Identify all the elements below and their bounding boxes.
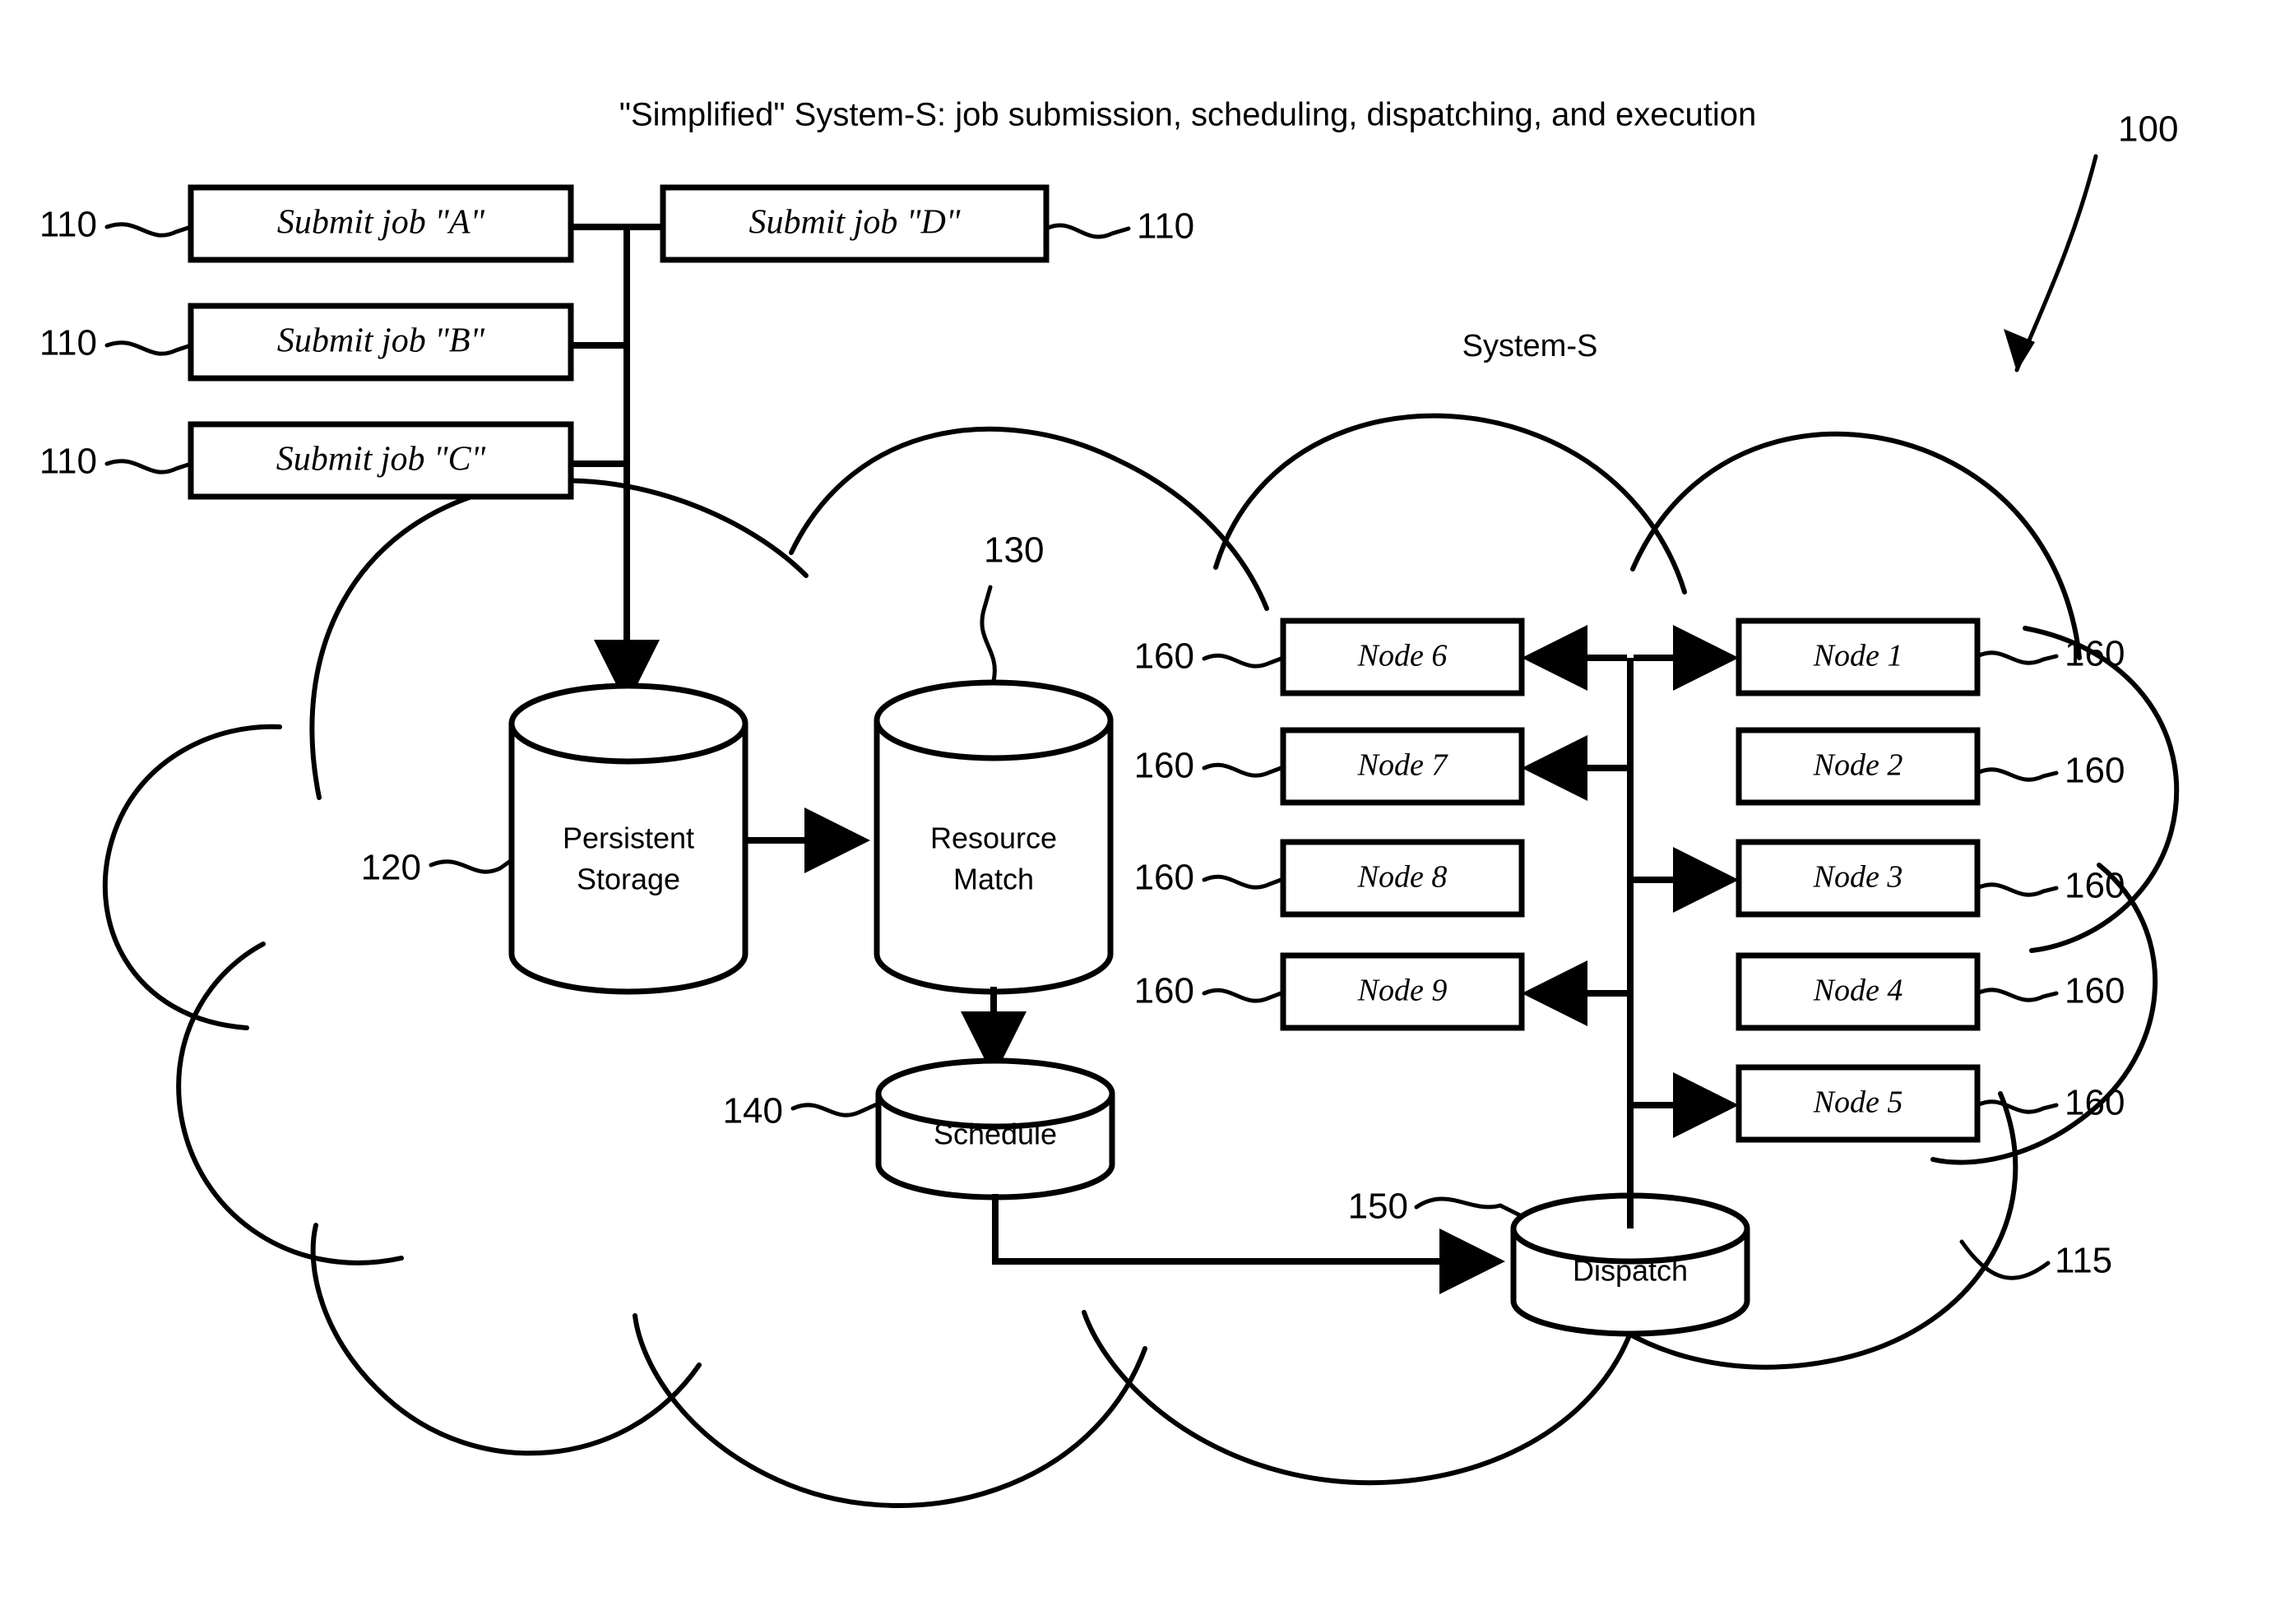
schedule-label: Schedule xyxy=(934,1117,1057,1151)
node-2-box[interactable]: Node 2 xyxy=(1736,727,1981,806)
node-8-label: Node 8 xyxy=(1357,860,1448,895)
dispatch-label: Dispatch xyxy=(1573,1254,1688,1288)
figure-canvas: "Simplified" System-S: job submission, s… xyxy=(0,0,2271,1620)
resource-match-label-line1: Resource xyxy=(930,821,1057,855)
ref-160-node2-label: 160 xyxy=(2065,751,2125,791)
ref-160-node8-label: 160 xyxy=(1134,858,1194,898)
persistent-storage-label-line1: Persistent xyxy=(563,821,694,855)
ref-110-c-label: 110 xyxy=(39,442,97,482)
patent-figure: "Simplified" System-S: job submission, s… xyxy=(0,0,2271,1620)
ref-110-b-label: 110 xyxy=(39,323,97,363)
submit-job-a-box[interactable]: Submit job "A" xyxy=(188,184,574,263)
submit-job-c-box[interactable]: Submit job "C" xyxy=(188,421,574,500)
node-6-label: Node 6 xyxy=(1357,639,1448,673)
submit-job-b-box[interactable]: Submit job "B" xyxy=(188,303,574,382)
ref-130-label: 130 xyxy=(984,530,1044,571)
system-s-label: System-S xyxy=(1462,329,1598,363)
ref-160-node1-label: 160 xyxy=(2065,634,2125,674)
submit-job-d-box[interactable]: Submit job "D" xyxy=(660,184,1050,263)
node-4-label: Node 4 xyxy=(1813,974,1903,1008)
submit-job-c-label: Submit job "C" xyxy=(276,441,486,479)
resource-match-label-line2: Match xyxy=(953,863,1034,896)
node-7-box[interactable]: Node 7 xyxy=(1280,727,1525,806)
ref-160-node3-label: 160 xyxy=(2065,866,2125,906)
submit-job-b-label: Submit job "B" xyxy=(277,322,485,360)
ref-140-label: 140 xyxy=(723,1091,783,1131)
node-6-box[interactable]: Node 6 xyxy=(1280,618,1525,696)
ref-120-label: 120 xyxy=(361,848,421,888)
node-2-label: Node 2 xyxy=(1813,748,1903,783)
node-9-box[interactable]: Node 9 xyxy=(1280,952,1525,1031)
resource-match-cylinder[interactable]: Resource Match xyxy=(874,679,1114,995)
ref-110-d-label: 110 xyxy=(1137,206,1194,247)
node-8-box[interactable]: Node 8 xyxy=(1280,839,1525,918)
ref-100-label: 100 xyxy=(2118,109,2178,150)
node-3-label: Node 3 xyxy=(1813,860,1903,895)
schedule-cylinder[interactable]: Schedule xyxy=(875,1057,1115,1201)
submit-job-a-label: Submit job "A" xyxy=(277,204,485,242)
ref-160-node9-label: 160 xyxy=(1134,971,1194,1011)
node-5-label: Node 5 xyxy=(1813,1085,1903,1120)
ref-110-a-label: 110 xyxy=(39,205,97,245)
ref-150-label: 150 xyxy=(1348,1187,1408,1227)
persistent-storage-cylinder[interactable]: Persistent Storage xyxy=(508,682,749,995)
persistent-storage-label-line2: Storage xyxy=(577,863,680,896)
ref-160-node7-label: 160 xyxy=(1134,746,1194,786)
node-7-label: Node 7 xyxy=(1357,748,1449,783)
node-9-label: Node 9 xyxy=(1357,974,1448,1008)
node-5-box[interactable]: Node 5 xyxy=(1736,1064,1981,1143)
node-1-box[interactable]: Node 1 xyxy=(1736,618,1981,696)
ref-160-node6-label: 160 xyxy=(1134,636,1194,677)
submit-job-d-label: Submit job "D" xyxy=(749,204,961,242)
figure-title: "Simplified" System-S: job submission, s… xyxy=(619,97,1756,133)
node-4-box[interactable]: Node 4 xyxy=(1736,952,1981,1031)
ref-160-node5-label: 160 xyxy=(2065,1083,2125,1123)
node-1-label: Node 1 xyxy=(1813,639,1903,673)
node-3-box[interactable]: Node 3 xyxy=(1736,839,1981,918)
ref-115-label: 115 xyxy=(2055,1241,2112,1281)
ref-160-node4-label: 160 xyxy=(2065,971,2125,1011)
